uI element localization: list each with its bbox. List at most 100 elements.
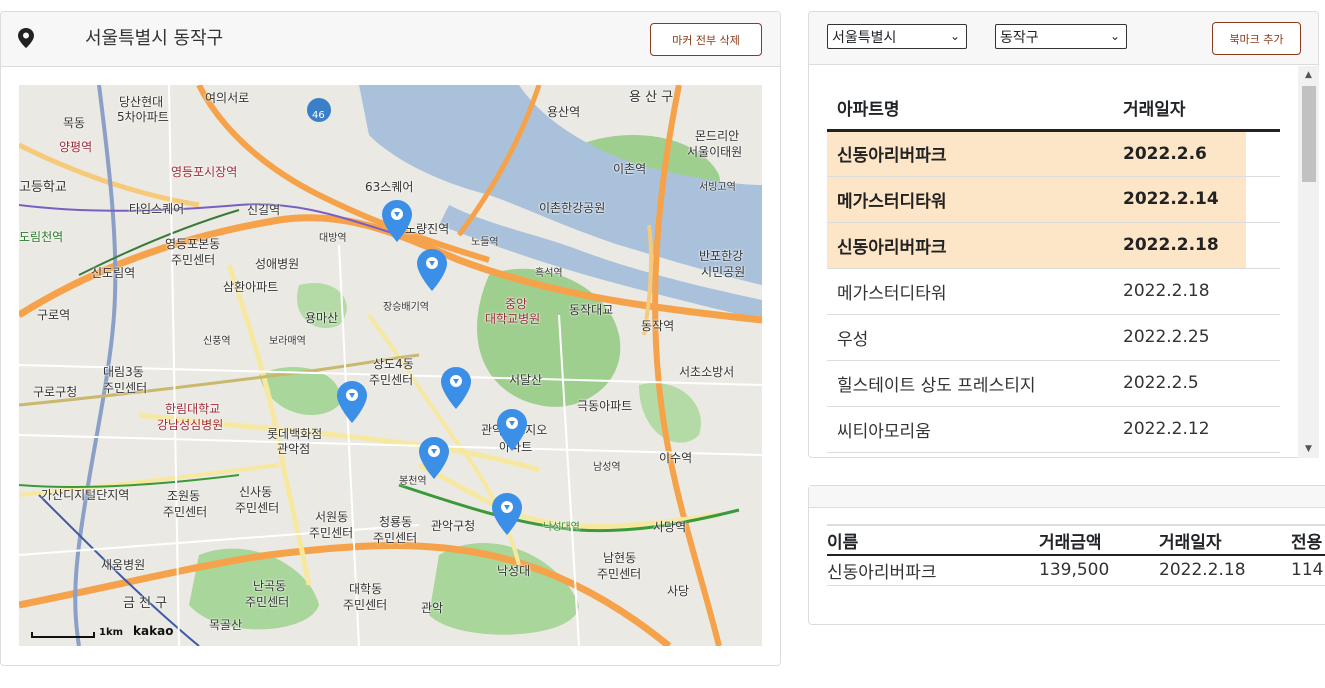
map-label: 주민센터 <box>235 501 280 515</box>
map-label: 흑석역 <box>535 268 563 279</box>
district-select[interactable]: 동작구 ⌄ <box>995 24 1127 49</box>
column-header-name: 이름 <box>827 525 1039 556</box>
map-marker[interactable] <box>419 437 449 479</box>
map-marker[interactable] <box>337 381 367 423</box>
map-label: 상도4동 <box>373 357 414 371</box>
map-label: 새움병원 <box>101 558 146 572</box>
detail-card-header <box>809 486 1325 508</box>
map-label: 낙성대 <box>497 564 531 578</box>
scale-text: 1km <box>99 627 124 638</box>
column-header-amount: 거래금액 <box>1039 525 1159 556</box>
trade-date: 2022.2.5 <box>1123 360 1246 407</box>
map-label: 영등포시장역 <box>171 165 238 179</box>
location-title: 서울특별시 동작구 <box>85 28 224 49</box>
scroll-thumb[interactable] <box>1302 86 1316 182</box>
map-label: 동작역 <box>641 319 675 333</box>
map-scale: 1km kakao <box>31 624 173 638</box>
map-label: 이촌한강공원 <box>539 201 606 215</box>
map-label: 보라매역 <box>269 336 306 347</box>
map-label: 고등학교 <box>19 180 67 195</box>
map-label: 신풍역 <box>203 336 231 347</box>
map-label: 주민센터 <box>597 567 642 581</box>
map-label: 대학교병원 <box>485 312 541 326</box>
map-label: 난곡동 <box>253 579 287 593</box>
map-marker[interactable] <box>417 249 447 291</box>
chevron-down-icon: ⌄ <box>949 29 960 43</box>
map-view[interactable]: 여의서로 당산현대 5차아파트 목동 양평역 영등포시장역 고등학교 타임스퀘어… <box>19 85 762 646</box>
map-label: 도림천역 <box>19 230 64 244</box>
map-label: 강남성심병원 <box>157 418 224 432</box>
table-row[interactable]: 신동아리버파크 2022.2.6 <box>827 130 1280 177</box>
map-label: 용마산 <box>305 311 339 325</box>
map-label: 관악구청 <box>431 519 476 533</box>
map-label: 서원동 <box>315 510 349 524</box>
map-marker[interactable] <box>382 200 412 242</box>
apartment-list-card: 서울특별시 ⌄ 동작구 ⌄ 북마크 추가 아파트명 거래일자 신동아리버파크 2… <box>808 11 1319 458</box>
detail-date: 2022.2.18 <box>1159 555 1291 586</box>
map-label: 관악점 <box>277 442 311 456</box>
map-label: 대림3동 <box>103 365 144 379</box>
table-row[interactable]: 메가스터디타워 2022.2.14 <box>827 176 1280 223</box>
add-bookmark-button[interactable]: 북마크 추가 <box>1212 22 1301 55</box>
column-header-date: 거래일자 <box>1159 525 1291 556</box>
trade-date: 2022.2.25 <box>1123 314 1246 361</box>
map-label: 용산역 <box>547 105 581 119</box>
apartment-name: 힐스테이트 상도 프레스티지 <box>827 360 1123 407</box>
table-row[interactable]: 힐스테이트 상도 프레스티지 2022.2.5 <box>827 360 1280 407</box>
map-card: 서울특별시 동작구 마커 전부 삭제 여의서로 당산현대 5차아파트 목동 양평… <box>0 11 781 666</box>
map-label: 중앙 <box>505 297 528 311</box>
map-label: 시민공원 <box>701 265 746 279</box>
apartment-list[interactable]: 아파트명 거래일자 신동아리버파크 2022.2.6 메가스터디타워 2022.… <box>809 66 1298 458</box>
map-label: 남현동 <box>603 551 637 565</box>
apartment-name: 신동아리버파크 <box>827 222 1123 269</box>
scroll-up-arrow-icon[interactable]: ▲ <box>1298 66 1319 84</box>
list-scrollbar[interactable]: ▲ ▼ <box>1298 66 1319 458</box>
map-marker[interactable] <box>441 367 471 409</box>
map-label: 타임스퀘어 <box>129 202 185 216</box>
trade-date: 2022.2.18 <box>1123 268 1246 315</box>
map-label: 주민센터 <box>369 373 414 387</box>
map-label: 금 천 구 <box>123 596 168 611</box>
table-row[interactable]: 씨티아모리움 2022.2.12 <box>827 406 1280 453</box>
map-label: 사당 <box>667 584 690 598</box>
table-row[interactable]: 신동아리버파크 2022.2.18 <box>827 222 1280 269</box>
column-header-apartment: 아파트명 <box>827 86 1123 132</box>
scroll-down-arrow-icon[interactable]: ▼ <box>1298 440 1319 458</box>
map-label: 주민센터 <box>245 595 290 609</box>
trade-date: 2022.2.12 <box>1123 406 1246 453</box>
map-label: 조원동 <box>167 489 201 503</box>
map-label: 대학동 <box>349 582 383 596</box>
detail-table: 이름 거래금액 거래일자 전용 신동아리버파크 139,500 2022.2.1… <box>827 524 1325 586</box>
trade-date: 2022.2.14 <box>1123 176 1246 223</box>
map-label: 장승배기역 <box>383 302 429 313</box>
city-select[interactable]: 서울특별시 ⌄ <box>827 24 967 49</box>
map-label: 주민센터 <box>343 598 388 612</box>
map-label: 여의서로 <box>205 91 250 105</box>
map-label: 구로역 <box>37 308 71 322</box>
map-label: 노들역 <box>471 237 499 248</box>
filter-header: 서울특별시 ⌄ 동작구 ⌄ 북마크 추가 <box>809 12 1318 65</box>
map-label: 서울이태원 <box>687 145 743 159</box>
detail-area: 114. <box>1291 555 1325 586</box>
map-marker[interactable] <box>492 493 522 535</box>
column-header-date: 거래일자 <box>1123 86 1280 132</box>
column-header-area: 전용 <box>1291 525 1325 556</box>
apartment-name: 우성 <box>827 314 1123 361</box>
apartment-name: 메가스터디타워 <box>827 268 1123 315</box>
map-label: 사당역 <box>653 520 687 534</box>
map-label: 영등포본동 <box>165 237 221 251</box>
map-card-header: 서울특별시 동작구 마커 전부 삭제 <box>1 12 780 67</box>
clear-markers-button[interactable]: 마커 전부 삭제 <box>650 23 762 56</box>
map-label: 서달산 <box>509 373 543 387</box>
map-marker[interactable] <box>497 409 527 451</box>
map-label: 몬드리안 <box>695 129 740 143</box>
map-label: 극동아파트 <box>577 399 633 413</box>
map-label: 서초소방서 <box>679 365 735 379</box>
table-row[interactable]: 우성 2022.2.25 <box>827 314 1280 361</box>
map-label: 목골산 <box>209 618 243 632</box>
map-label: 신사동 <box>239 485 273 499</box>
table-row: 신동아리버파크 139,500 2022.2.18 114. <box>827 555 1325 586</box>
map-label: 서빙고역 <box>699 182 736 193</box>
table-row[interactable]: 메가스터디타워 2022.2.18 <box>827 268 1280 315</box>
map-label: 구로구청 <box>33 385 78 399</box>
